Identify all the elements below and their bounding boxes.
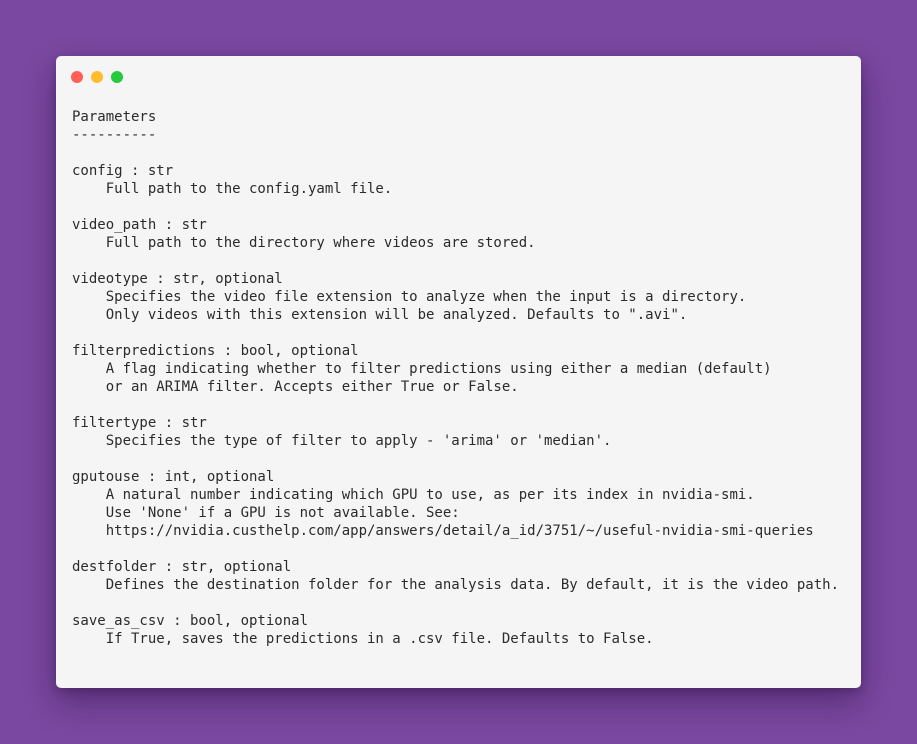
- code-line: A flag indicating whether to filter pred…: [72, 361, 772, 377]
- code-line: If True, saves the predictions in a .csv…: [72, 631, 654, 647]
- code-line: Defines the destination folder for the a…: [72, 577, 840, 593]
- code-line: destfolder : str, optional: [72, 559, 292, 575]
- code-line: filterpredictions : bool, optional: [72, 343, 359, 359]
- code-line: save_as_csv : bool, optional: [72, 613, 309, 629]
- code-line: Full path to the config.yaml file.: [72, 181, 393, 197]
- code-line: ----------: [72, 127, 157, 143]
- code-line: A natural number indicating which GPU to…: [72, 487, 755, 503]
- code-line: Only videos with this extension will be …: [72, 307, 688, 323]
- code-line: filtertype : str: [72, 415, 207, 431]
- code-line: Parameters: [72, 109, 157, 125]
- close-window-button[interactable]: [71, 71, 83, 83]
- code-line: Specifies the type of filter to apply - …: [72, 433, 612, 449]
- code-line: https://nvidia.custhelp.com/app/answers/…: [72, 523, 814, 539]
- code-line: or an ARIMA filter. Accepts either True …: [72, 379, 519, 395]
- code-block: Parameters ---------- config : str Full pa…: [72, 108, 839, 648]
- code-line: Specifies the video file extension to an…: [72, 289, 747, 305]
- code-line: Full path to the directory where videos …: [72, 235, 536, 251]
- code-line: gputouse : int, optional: [72, 469, 275, 485]
- zoom-window-button[interactable]: [111, 71, 123, 83]
- code-window: Parameters ---------- config : str Full pa…: [56, 56, 861, 688]
- code-line: Use 'None' if a GPU is not available. Se…: [72, 505, 460, 521]
- code-line: video_path : str: [72, 217, 207, 233]
- minimize-window-button[interactable]: [91, 71, 103, 83]
- code-line: config : str: [72, 163, 174, 179]
- code-line: videotype : str, optional: [72, 271, 283, 287]
- window-titlebar: [71, 71, 123, 83]
